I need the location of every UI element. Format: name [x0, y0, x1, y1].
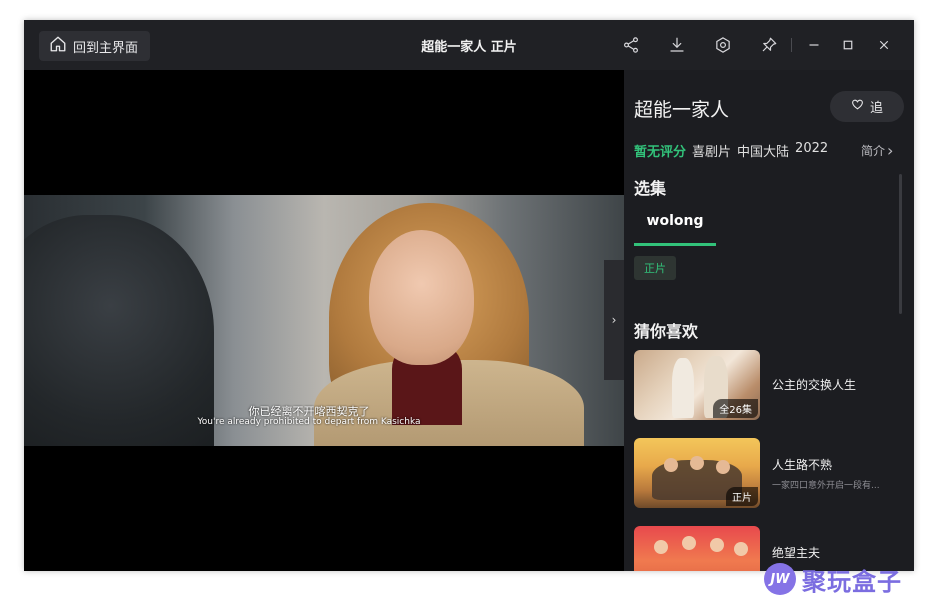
- recommend-description: 一家四口意外开启一段有...: [772, 481, 880, 491]
- episode-chip[interactable]: 正片: [634, 256, 676, 280]
- player-window: 回到主界面 超能一家人 正片 你已经离不开喀西契克了 You're alread…: [24, 20, 914, 571]
- genre-tag: 喜剧片: [692, 145, 732, 160]
- download-icon[interactable]: [665, 33, 689, 57]
- follow-button[interactable]: 追: [830, 91, 904, 122]
- intro-label: 简介: [861, 144, 886, 158]
- video-scene-face: [369, 230, 474, 365]
- show-meta: 暂无评分 喜剧片 中国大陆 2022: [634, 141, 828, 160]
- recommend-title: 人生路不熟: [772, 458, 833, 472]
- heart-icon: [851, 98, 864, 115]
- recommend-thumbnail: [634, 526, 760, 571]
- pin-icon[interactable]: [757, 33, 781, 57]
- title-bar: 回到主界面 超能一家人 正片: [24, 20, 914, 70]
- video-frame: 你已经离不开喀西契克了 You're already prohibited to…: [24, 195, 624, 446]
- home-icon: [49, 35, 67, 57]
- maximize-icon[interactable]: [836, 33, 860, 57]
- close-icon[interactable]: [872, 33, 896, 57]
- minimize-icon[interactable]: [802, 33, 826, 57]
- recommend-title: 绝望主夫: [772, 546, 821, 560]
- back-to-home-label: 回到主界面: [73, 40, 139, 56]
- show-title: 超能一家人: [634, 99, 730, 121]
- watermark-logo-icon: JW: [764, 563, 796, 595]
- sidebar-scrollbar[interactable]: [899, 174, 902, 314]
- back-to-home-button[interactable]: 回到主界面: [39, 31, 151, 61]
- chevron-right-icon: ›: [887, 140, 894, 160]
- episode-sidebar: 超能一家人 追 暂无评分 喜剧片 中国大陆 2022 简介 › 选集 wolon…: [624, 70, 914, 571]
- follow-label: 追: [869, 101, 883, 116]
- recommend-thumbnail: 全26集: [634, 350, 760, 420]
- recommend-heading: 猜你喜欢: [634, 322, 699, 341]
- episodes-heading: 选集: [634, 179, 667, 198]
- settings-icon[interactable]: [711, 33, 735, 57]
- share-icon[interactable]: [619, 33, 643, 57]
- watermark: JW 聚玩盒子: [764, 562, 902, 596]
- region-tag: 中国大陆: [737, 145, 790, 160]
- recommend-title: 公主的交换人生: [772, 378, 857, 392]
- intro-link[interactable]: 简介 ›: [861, 142, 893, 159]
- chevron-right-icon[interactable]: ›: [604, 260, 624, 380]
- watermark-text: 聚玩盒子: [802, 567, 902, 596]
- rating-text: 暂无评分: [634, 145, 687, 160]
- tab-source-wolong[interactable]: wolong: [634, 210, 716, 246]
- episode-badge: 正片: [726, 487, 758, 506]
- recommend-thumbnail: 正片: [634, 438, 760, 508]
- video-player[interactable]: 你已经离不开喀西契克了 You're already prohibited to…: [24, 70, 624, 571]
- recommend-item[interactable]: 全26集 公主的交换人生: [634, 350, 904, 420]
- titlebar-divider: [791, 38, 792, 52]
- recommend-item[interactable]: 正片 人生路不熟 一家四口意外开启一段有...: [634, 438, 904, 508]
- year-tag: 2022: [795, 141, 829, 156]
- subtitle-english: You're already prohibited to depart from…: [197, 417, 421, 427]
- episode-count-badge: 全26集: [713, 399, 758, 418]
